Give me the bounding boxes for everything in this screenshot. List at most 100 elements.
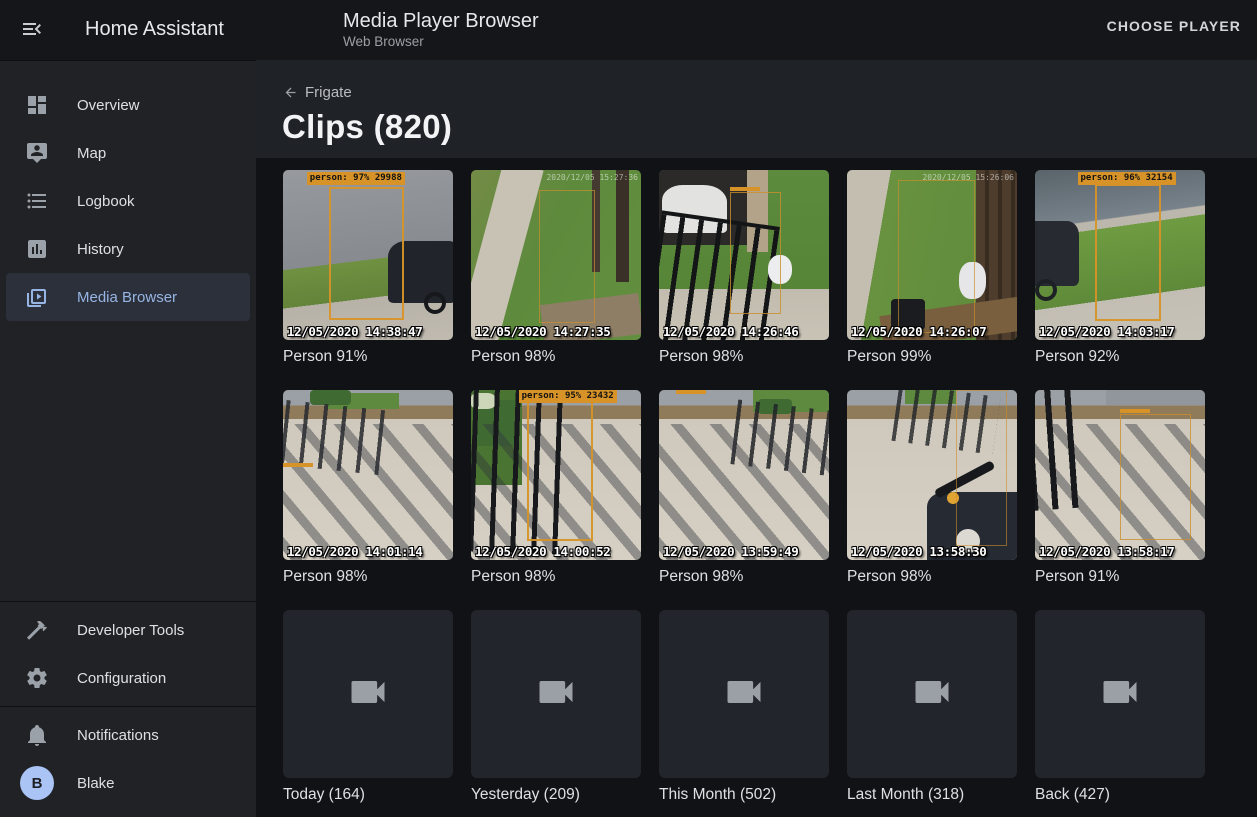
sidebar-item-label: Map [77, 145, 106, 162]
detection-label-small [676, 390, 706, 394]
folder-label: Today (164) [283, 785, 453, 805]
folder-thumbnail[interactable] [847, 610, 1017, 778]
clip-timestamp-overlay: 12/05/2020 14:01:14 [287, 544, 422, 559]
folder-thumbnail[interactable] [659, 610, 829, 778]
sidebar-bottom-pad [0, 807, 256, 817]
clip-caption: Person 98% [471, 567, 641, 587]
detection-bbox [527, 400, 593, 541]
folder-label: This Month (502) [659, 785, 829, 805]
clip-caption: Person 98% [659, 347, 829, 367]
clip-item[interactable]: person: 97% 29988 12/05/2020 14:38:47 Pe… [283, 170, 453, 367]
detection-bbox [956, 390, 1007, 546]
detection-bbox [730, 192, 781, 314]
detection-bbox [898, 180, 975, 333]
panel-title-block: Media Player Browser Web Browser [343, 9, 539, 51]
sidebar-item-history[interactable]: History [6, 225, 250, 273]
clip-thumbnail[interactable]: person: 96% 32154 12/05/2020 14:03:17 [1035, 170, 1205, 340]
panel-title: Media Player Browser [343, 9, 539, 33]
sidebar-item-label: Developer Tools [77, 622, 184, 639]
sidebar-item-label: Media Browser [77, 289, 177, 306]
clip-caption: Person 98% [847, 567, 1017, 587]
sidebar-item-logbook[interactable]: Logbook [6, 177, 250, 225]
scene-shadow-stripes [283, 424, 453, 560]
folder-label: Back (427) [1035, 785, 1205, 805]
clip-thumbnail[interactable]: 12/05/2020 13:58:30 [847, 390, 1017, 560]
clip-thumbnail[interactable]: 12/05/2020 13:59:49 [659, 390, 829, 560]
sidebar: Overview Map Logbook History Media Brows… [0, 60, 256, 817]
clip-item[interactable]: 12/05/2020 13:58:30 Person 98% [847, 390, 1017, 587]
detection-bbox [1095, 184, 1161, 322]
sidebar-item-media-browser[interactable]: Media Browser [6, 273, 250, 321]
detection-label: person: 96% 32154 [1078, 172, 1176, 185]
app-title: Home Assistant [85, 18, 224, 41]
dashboard-icon [25, 93, 49, 117]
folder-item-back[interactable]: Back (427) [1035, 610, 1205, 805]
clip-item[interactable]: person: 95% 23432 12/05/2020 14:00:52 Pe… [471, 390, 641, 587]
clip-caption: Person 98% [471, 347, 641, 367]
clip-timestamp-overlay: 12/05/2020 13:59:49 [663, 544, 798, 559]
sidebar-item-label: Overview [77, 97, 140, 114]
sidebar-item-map[interactable]: Map [6, 129, 250, 177]
video-camera-icon [902, 670, 962, 719]
clip-timestamp-overlay: 12/05/2020 13:58:17 [1039, 544, 1174, 559]
clip-thumbnail[interactable]: person: 97% 29988 12/05/2020 14:38:47 [283, 170, 453, 340]
folder-item-yesterday[interactable]: Yesterday (209) [471, 610, 641, 805]
chart-box-icon [25, 237, 49, 261]
gear-icon [25, 666, 49, 690]
detection-label: person: 95% 23432 [519, 390, 617, 403]
avatar: B [20, 766, 54, 800]
clip-timestamp-overlay: 12/05/2020 14:27:35 [475, 324, 610, 339]
folder-thumbnail[interactable] [471, 610, 641, 778]
scene-stroller [1035, 221, 1079, 286]
clip-timestamp-overlay: 12/05/2020 14:26:46 [663, 324, 798, 339]
map-account-icon [25, 141, 49, 165]
media-grid-inner: person: 97% 29988 12/05/2020 14:38:47 Pe… [283, 170, 1257, 805]
clip-item[interactable]: 12/05/2020 13:58:17 Person 91% [1035, 390, 1205, 587]
breadcrumb-back-frigate[interactable]: Frigate [283, 84, 352, 101]
scene-street [1106, 390, 1205, 405]
clip-caption: Person 98% [283, 567, 453, 587]
list-bulleted-icon [25, 189, 49, 213]
folder-thumbnail[interactable] [283, 610, 453, 778]
clip-thumbnail[interactable]: 12/05/2020 14:01:14 [283, 390, 453, 560]
sidebar-item-overview[interactable]: Overview [6, 81, 250, 129]
sidebar-item-user-profile[interactable]: B Blake [6, 759, 250, 807]
video-camera-icon [338, 670, 398, 719]
sidebar-item-developer-tools[interactable]: Developer Tools [6, 606, 250, 654]
scene-post [616, 170, 630, 282]
clip-caption: Person 98% [659, 567, 829, 587]
clip-thumbnail[interactable]: 2020/12/05 15:26:06 12/05/2020 14:26:07 [847, 170, 1017, 340]
clip-thumbnail[interactable]: 2020/12/05 15:27:36 12/05/2020 14:27:35 [471, 170, 641, 340]
scene-gate [1035, 390, 1090, 511]
sidebar-item-label: Configuration [77, 670, 166, 687]
folder-item-this-month[interactable]: This Month (502) [659, 610, 829, 805]
clip-thumbnail[interactable]: 12/05/2020 14:26:46 [659, 170, 829, 340]
sidebar-toggle-button[interactable] [14, 12, 50, 48]
arrow-left-icon [283, 85, 305, 100]
detection-bbox [539, 190, 595, 323]
sidebar-divider [0, 706, 256, 707]
clip-item[interactable]: 2020/12/05 15:26:06 12/05/2020 14:26:07 … [847, 170, 1017, 367]
folder-item-today[interactable]: Today (164) [283, 610, 453, 805]
detection-bbox [1120, 414, 1191, 540]
clip-thumbnail[interactable]: person: 95% 23432 12/05/2020 14:00:52 [471, 390, 641, 560]
folder-item-last-month[interactable]: Last Month (318) [847, 610, 1017, 805]
clip-item[interactable]: 12/05/2020 13:59:49 Person 98% [659, 390, 829, 587]
sidebar-item-label: History [77, 241, 124, 258]
sidebar-item-configuration[interactable]: Configuration [6, 654, 250, 702]
hammer-icon [25, 618, 49, 642]
detection-label-small [283, 463, 313, 467]
camera-timestamp-overlay: 2020/12/05 15:26:06 [922, 173, 1014, 182]
clip-item[interactable]: person: 96% 32154 12/05/2020 14:03:17 Pe… [1035, 170, 1205, 367]
sidebar-item-notifications[interactable]: Notifications [6, 711, 250, 759]
folder-thumbnail[interactable] [1035, 610, 1205, 778]
sidebar-item-label: Logbook [77, 193, 135, 210]
media-grid: person: 97% 29988 12/05/2020 14:38:47 Pe… [256, 158, 1257, 817]
clip-thumbnail[interactable]: 12/05/2020 13:58:17 [1035, 390, 1205, 560]
choose-player-button[interactable]: CHOOSE PLAYER [1107, 18, 1241, 34]
clip-item[interactable]: 12/05/2020 14:01:14 Person 98% [283, 390, 453, 587]
bell-icon [25, 723, 49, 747]
clip-item[interactable]: 2020/12/05 15:27:36 12/05/2020 14:27:35 … [471, 170, 641, 367]
clip-item[interactable]: 12/05/2020 14:26:46 Person 98% [659, 170, 829, 367]
detection-label-small [730, 187, 760, 191]
